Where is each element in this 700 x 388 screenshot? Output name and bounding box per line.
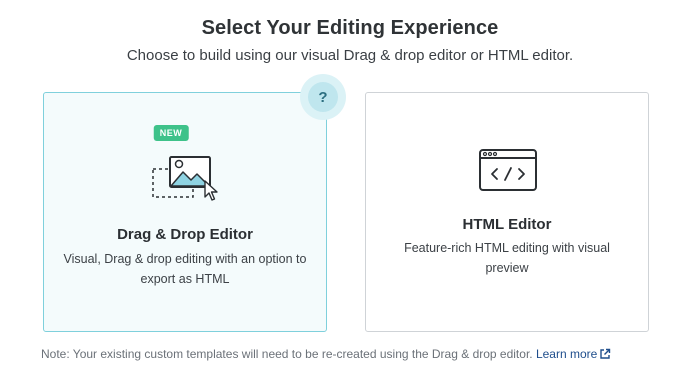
html-editor-description: Feature-rich HTML editing with visual pr… xyxy=(404,241,610,275)
learn-more-link[interactable]: Learn more xyxy=(536,347,611,361)
html-editor-title: HTML Editor xyxy=(462,216,552,233)
code-window-icon xyxy=(479,149,537,191)
image-drag-icon xyxy=(152,156,218,201)
editor-selection-page: Select Your Editing Experience Choose to… xyxy=(0,0,700,388)
page-title: Select Your Editing Experience xyxy=(201,17,499,39)
drag-drop-description: Visual, Drag & drop editing with an opti… xyxy=(63,252,307,286)
html-editor-card[interactable]: HTML Editor Feature-rich HTML editing wi… xyxy=(365,92,649,332)
footer-note-text: Note: Your existing custom templates wil… xyxy=(41,347,533,361)
help-button[interactable]: ? xyxy=(300,74,346,120)
new-badge: NEW xyxy=(153,125,189,141)
drag-drop-title: Drag & Drop Editor xyxy=(117,226,253,243)
external-link-icon xyxy=(600,348,611,359)
drag-drop-editor-card[interactable]: NEW Drag & Drop Editor Visual, Drag & dr… xyxy=(43,92,327,332)
learn-more-label: Learn more xyxy=(535,347,598,361)
page-subtitle: Choose to build using our visual Drag & … xyxy=(126,47,574,64)
help-icon: ? xyxy=(308,82,338,112)
footer-note: Note: Your existing custom templates wil… xyxy=(41,347,611,361)
